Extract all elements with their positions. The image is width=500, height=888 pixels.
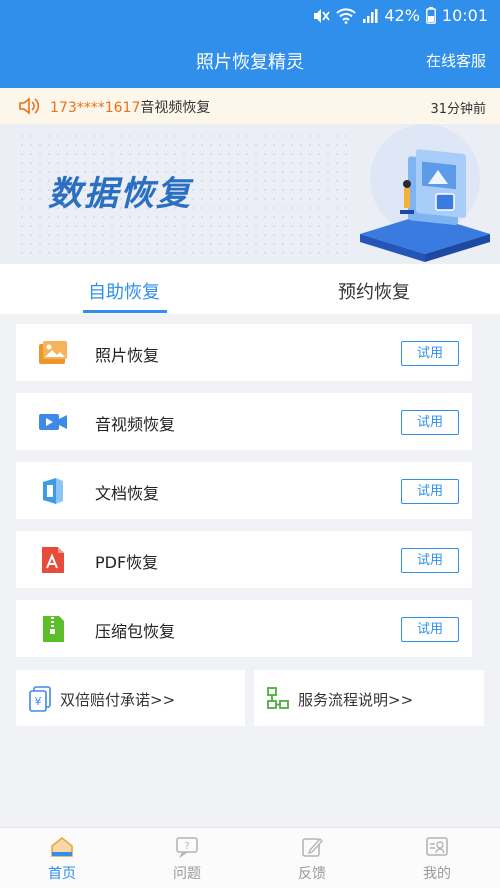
guarantee-icon: ¥	[29, 686, 51, 712]
mute-icon	[312, 8, 331, 24]
recovery-item-zip[interactable]: 压缩包恢复 试用	[16, 600, 472, 657]
tab-self-recovery[interactable]: 自助恢复	[88, 278, 160, 304]
clock: 10:01	[441, 6, 488, 25]
nav-question[interactable]: ? 问题	[152, 836, 222, 883]
video-icon	[39, 414, 67, 430]
notice-bar: 173****1617音视频恢复 31分钟前	[0, 88, 500, 124]
nav-label: 问题	[173, 866, 201, 882]
try-button[interactable]: 试用	[401, 341, 459, 366]
recovery-item-document[interactable]: 文档恢复 试用	[16, 462, 472, 519]
try-button[interactable]: 试用	[401, 617, 459, 642]
recovery-item-video[interactable]: 音视频恢复 试用	[16, 393, 472, 450]
item-label: 压缩包恢复	[95, 622, 176, 641]
nav-profile[interactable]: 我的	[402, 836, 472, 883]
nav-feedback[interactable]: 反馈	[277, 836, 347, 883]
guarantee-label: 双倍赔付承诺>>	[60, 691, 176, 709]
battery-icon	[425, 7, 436, 24]
speaker-icon	[18, 97, 42, 119]
bottom-nav: 首页 ? 问题 反馈 我的	[0, 827, 500, 888]
nav-home[interactable]: 首页	[27, 836, 97, 883]
pdf-icon	[42, 547, 64, 573]
banner-title: 数据恢复	[48, 174, 192, 214]
status-bar: 42% 10:01	[0, 0, 500, 34]
item-label: 文档恢复	[95, 484, 160, 503]
svg-text:¥: ¥	[35, 695, 42, 708]
notice-action: 音视频恢复	[140, 100, 211, 116]
info-cards: ¥ 双倍赔付承诺>> 服务流程说明>>	[16, 670, 484, 726]
notice-text: 173****1617音视频恢复	[50, 97, 210, 117]
app-bar: 照片恢复精灵 在线客服	[0, 34, 500, 88]
try-button[interactable]: 试用	[401, 479, 459, 504]
tab-booking-recovery[interactable]: 预约恢复	[338, 278, 410, 304]
data-recovery-illustration-icon	[360, 124, 490, 262]
try-button[interactable]: 试用	[401, 410, 459, 435]
guarantee-card[interactable]: ¥ 双倍赔付承诺>>	[16, 670, 245, 726]
svg-text:?: ?	[184, 841, 189, 852]
try-button[interactable]: 试用	[401, 548, 459, 573]
zip-icon	[43, 616, 64, 642]
process-card[interactable]: 服务流程说明>>	[254, 670, 484, 726]
tab-bar: 自助恢复 预约恢复	[0, 264, 500, 314]
document-icon	[43, 478, 63, 504]
nav-label: 首页	[48, 866, 76, 882]
feedback-icon	[302, 837, 323, 857]
notice-phone: 173****1617	[50, 100, 141, 116]
active-tab-indicator	[83, 310, 167, 313]
banner: 数据恢复	[0, 124, 500, 264]
recovery-list: 照片恢复 试用 音视频恢复 试用 文档恢复 试用 PDF恢复 试用 压缩包恢复 …	[16, 324, 472, 669]
item-label: 照片恢复	[95, 346, 160, 365]
notice-time: 31分钟前	[430, 102, 486, 117]
recovery-item-pdf[interactable]: PDF恢复 试用	[16, 531, 472, 588]
flowchart-icon	[267, 687, 289, 709]
question-icon: ?	[176, 837, 198, 858]
nav-label: 反馈	[298, 866, 326, 882]
item-label: 音视频恢复	[95, 415, 176, 434]
photo-icon	[39, 341, 67, 364]
home-icon	[51, 836, 73, 857]
item-label: PDF恢复	[95, 553, 159, 572]
battery-percent: 42%	[384, 6, 420, 25]
signal-icon	[362, 8, 378, 24]
online-service-button[interactable]: 在线客服	[426, 50, 486, 71]
process-label: 服务流程说明>>	[298, 691, 414, 709]
nav-label: 我的	[423, 866, 451, 882]
wifi-icon	[336, 7, 357, 24]
profile-icon	[426, 837, 448, 856]
recovery-item-photo[interactable]: 照片恢复 试用	[16, 324, 472, 381]
